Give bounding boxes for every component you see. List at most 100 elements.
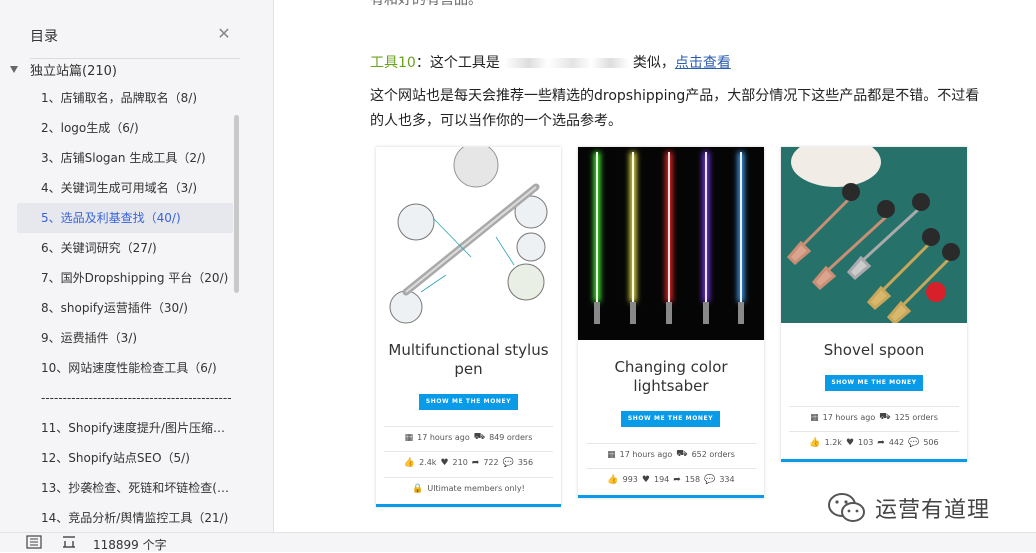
heart-count: 103	[858, 438, 874, 447]
show-money-button[interactable]: SHOW ME THE MONEY	[419, 394, 518, 410]
show-money-button[interactable]: SHOW ME THE MONEY	[621, 411, 720, 427]
product-card: Changing color lightsaber SHOW ME THE MO…	[578, 147, 764, 498]
close-icon[interactable]: ✕	[216, 26, 232, 42]
toc-item[interactable]: 11、Shopify速度提升/图片压缩（...	[17, 413, 233, 443]
source-code-icon[interactable]	[61, 535, 77, 549]
members-note: Ultimate members only!	[427, 484, 525, 493]
wechat-watermark: 运营有道理	[827, 492, 990, 524]
toc-item[interactable]: 7、国外Dropshipping 平台（20/)	[17, 263, 233, 293]
comment-icon: 💬	[704, 474, 716, 485]
tool-text-a: 这个工具是	[429, 55, 500, 71]
heart-icon: ♥	[845, 437, 855, 448]
like-count: 993	[622, 475, 638, 484]
toc-item-active[interactable]: 5、选品及利基查找（40/)	[17, 203, 233, 233]
share-icon: ➦	[471, 457, 480, 468]
tool-colon: ：	[415, 55, 430, 71]
toc-scrollbar[interactable]	[234, 115, 239, 293]
comment-icon: 💬	[502, 457, 514, 468]
toc-item[interactable]: 8、shopify运营插件（30/)	[17, 293, 233, 323]
collapse-triangle-icon[interactable]	[10, 65, 18, 73]
toc-item[interactable]: 4、关键词生成可用域名（3/)	[17, 173, 233, 203]
heart-icon: ♥	[440, 457, 449, 468]
toc-item[interactable]: 1、店铺取名，品牌取名（8/)	[17, 83, 233, 113]
watermark-text: 运营有道理	[875, 498, 991, 523]
order-count: 125 orders	[894, 413, 938, 422]
calendar-icon: ▦	[404, 432, 414, 443]
toc-item[interactable]: 10、网站速度性能检查工具（6/)	[17, 353, 233, 383]
order-count: 652 orders	[691, 450, 735, 459]
thumbs-up-icon: 👍	[607, 474, 619, 485]
toc-section-toggle[interactable]: 独立站篇(210)	[10, 60, 117, 79]
social-row: 👍 1.2k ♥ 103 ➦ 442 💬 506	[789, 431, 959, 453]
tool-text-b: 类似，	[632, 55, 675, 71]
calendar-icon: ▦	[810, 412, 819, 423]
comment-count: 506	[923, 438, 939, 447]
calendar-icon: ▦	[607, 449, 616, 460]
cutoff-text: 有和好的有营品。	[370, 0, 482, 8]
product-title-line2: pen	[454, 360, 483, 378]
toc-item[interactable]: 12、Shopify站点SEO（5/)	[17, 443, 233, 473]
heart-icon: ♥	[641, 474, 650, 485]
product-title: Changing color	[614, 358, 728, 376]
product-card: Shovel spoon SHOW ME THE MONEY ▦ 17 hour…	[781, 147, 967, 462]
stats-row: ▦ 17 hours ago ⛟ 125 orders	[789, 406, 959, 428]
toc-item-separator[interactable]: ----------------------------------------…	[17, 383, 233, 413]
product-image-shovel-spoon	[781, 147, 967, 323]
product-card: Multifunctional stylus pen SHOW ME THE M…	[376, 147, 561, 507]
cart-icon: ⛟	[473, 432, 486, 442]
stats-row: ▦ 17 hours ago ⛟ 849 orders	[384, 426, 553, 448]
card-accent-bar	[376, 504, 561, 507]
article-paragraph: 这个网站也是每天会推荐一些精选的dropshipping产品，大部分情况下这些产…	[370, 88, 980, 129]
toc-item[interactable]: 9、运费插件（3/)	[17, 323, 233, 353]
order-count: 849 orders	[489, 433, 533, 442]
card-accent-bar	[578, 495, 764, 498]
toc-section-label: 独立站篇(210)	[30, 63, 117, 79]
word-count[interactable]: 118899 个字	[93, 536, 167, 553]
card-accent-bar	[781, 459, 967, 462]
product-image-stylus-pen	[376, 147, 561, 327]
post-time: 17 hours ago	[417, 433, 470, 442]
toc-title: 目录	[30, 29, 58, 45]
like-count: 2.4k	[419, 458, 437, 467]
status-bar: 118899 个字	[0, 532, 1036, 552]
social-row: 👍 2.4k ♥ 210 ➦ 722 💬 356	[384, 451, 553, 473]
cart-icon: ⛟	[879, 412, 891, 422]
share-count: 442	[888, 438, 905, 447]
product-image-lightsaber	[578, 147, 764, 340]
toc-item[interactable]: 14、竞品分析/舆情监控工具（21/)	[17, 503, 233, 533]
post-time: 17 hours ago	[822, 413, 876, 422]
toc-sidebar: 目录 ✕ 独立站篇(210) 1、店铺取名，品牌取名（8/) 2、logo生成（…	[0, 0, 274, 532]
toc-item[interactable]: 2、logo生成（6/)	[17, 113, 233, 143]
stats-row: ▦ 17 hours ago ⛟ 652 orders	[586, 443, 756, 465]
share-count: 158	[684, 475, 701, 484]
toc-item[interactable]: 3、店铺Slogan 生成工具（2/)	[17, 143, 233, 173]
heart-count: 210	[452, 458, 468, 467]
wechat-logo-icon	[828, 493, 865, 522]
social-row: 👍 993 ♥ 194 ➦ 158 💬 334	[586, 468, 756, 490]
comment-count: 334	[719, 475, 735, 484]
heart-count: 194	[653, 475, 670, 484]
article-content: 有和好的有营品。 工具10：这个工具是 类似，点击查看 这个网站也是每天会推荐一些…	[275, 0, 1036, 532]
toc-list: 1、店铺取名，品牌取名（8/) 2、logo生成（6/) 3、店铺Slogan …	[17, 83, 233, 533]
outline-view-icon[interactable]	[26, 535, 42, 549]
show-money-button[interactable]: SHOW ME THE MONEY	[825, 375, 923, 391]
members-row: 🔒 Ultimate members only!	[384, 477, 553, 499]
share-icon: ➦	[877, 437, 885, 448]
comment-count: 356	[517, 458, 534, 467]
redacted-text	[503, 58, 629, 68]
share-count: 722	[483, 458, 499, 467]
thumbs-up-icon: 👍	[809, 437, 821, 448]
toc-item[interactable]: 6、关键词研究（27/)	[17, 233, 233, 263]
share-icon: ➦	[673, 474, 681, 485]
post-time: 17 hours ago	[619, 450, 673, 459]
thumbs-up-icon: 👍	[403, 457, 416, 468]
lock-icon: 🔒	[412, 483, 424, 494]
tool-line: 工具10：这个工具是 类似，点击查看	[370, 52, 731, 72]
tool-label: 工具10	[370, 55, 416, 71]
like-count: 1.2k	[824, 438, 842, 447]
product-title-line2: lightsaber	[633, 377, 709, 395]
view-link[interactable]: 点击查看	[675, 55, 731, 71]
comment-icon: 💬	[908, 437, 920, 448]
cart-icon: ⛟	[676, 449, 688, 459]
toc-item[interactable]: 13、抄袭检查、死链和坏链检查(4/)	[17, 473, 233, 503]
